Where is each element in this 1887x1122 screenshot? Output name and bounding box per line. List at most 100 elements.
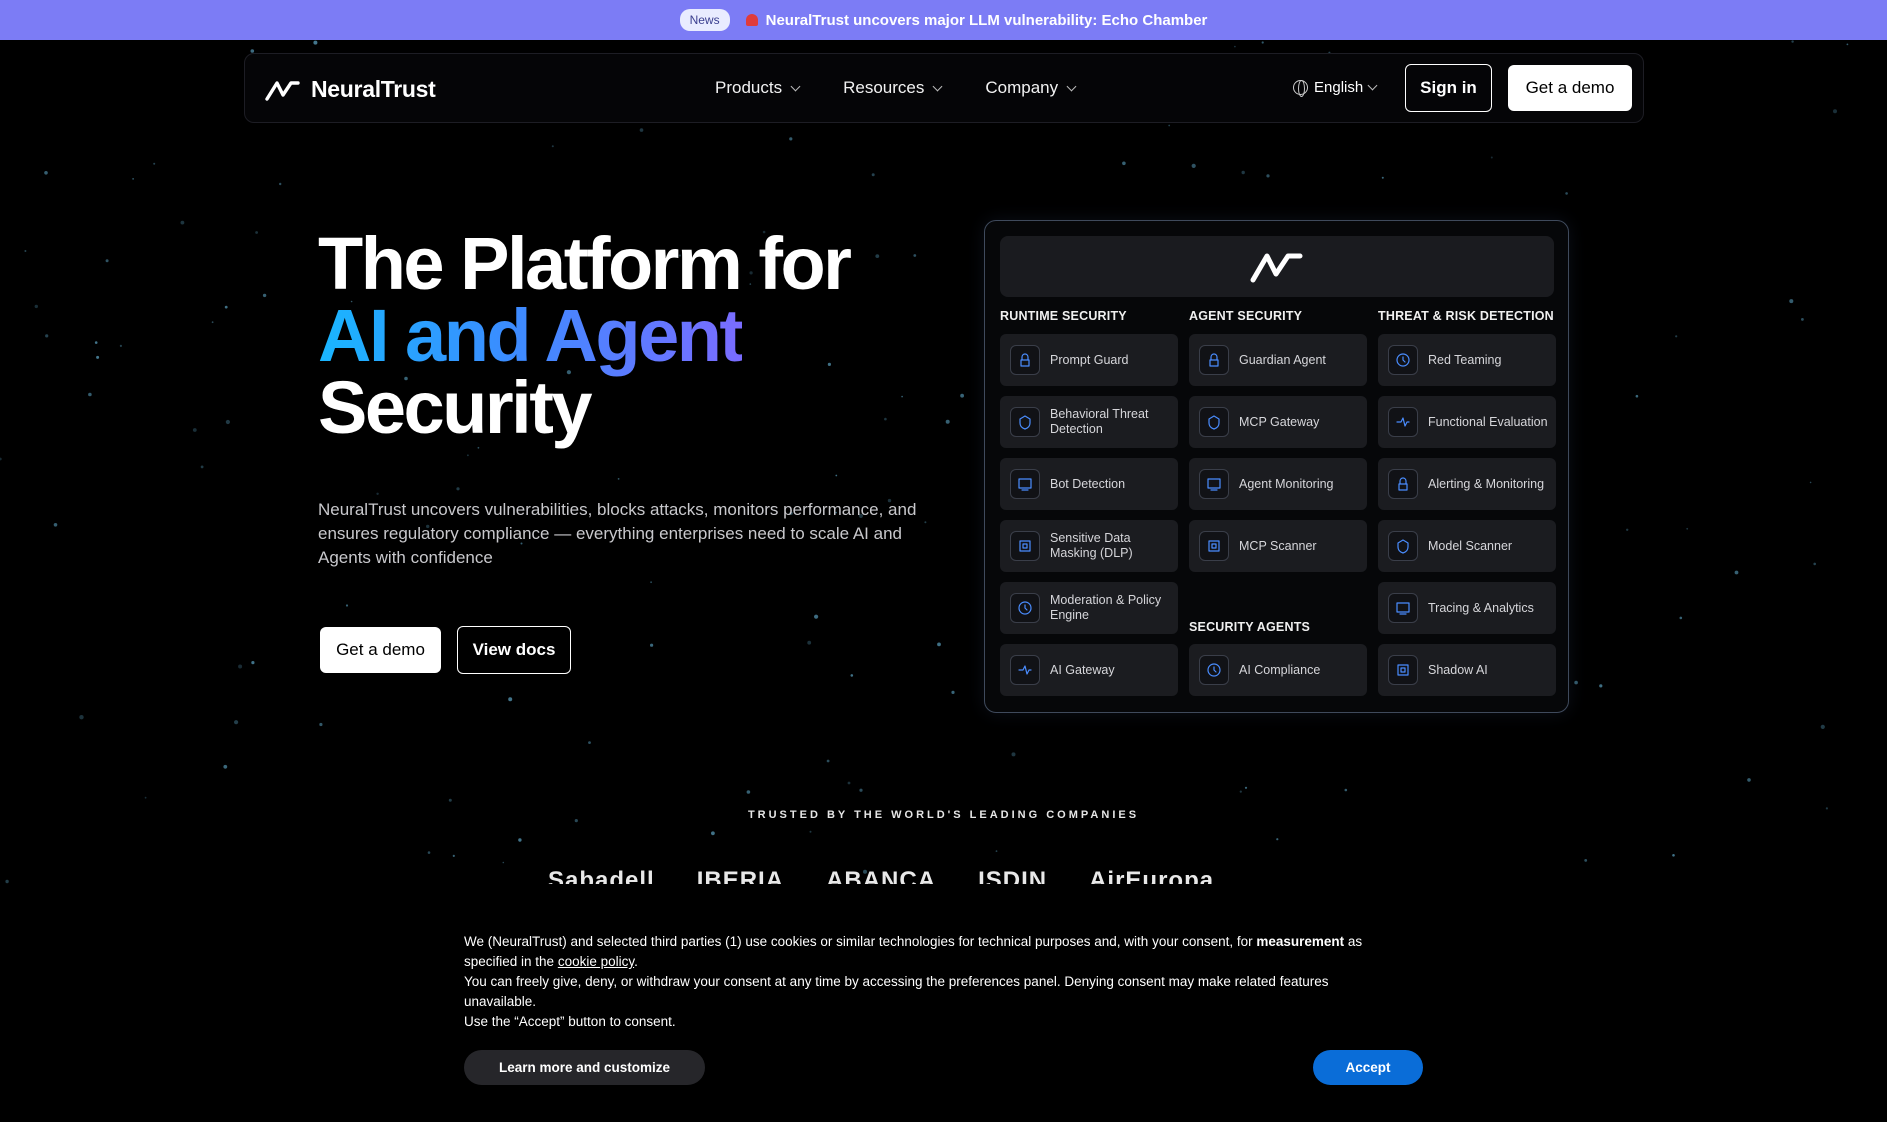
chevron-down-icon: [932, 81, 943, 91]
product-card-label: MCP Scanner: [1239, 538, 1317, 553]
cookie-text: We (NeuralTrust) and selected third part…: [464, 932, 1404, 1032]
sensitive-data-masking-dlp-icon: [1010, 531, 1040, 561]
prompt-guard-icon: [1010, 345, 1040, 375]
nav-get-demo-button[interactable]: Get a demo: [1508, 65, 1632, 111]
product-card-mcp-gateway[interactable]: MCP Gateway: [1189, 396, 1367, 448]
agent-monitoring-icon: [1199, 469, 1229, 499]
neuraltrust-logo-icon: [1250, 253, 1303, 282]
ai-compliance-icon: [1199, 655, 1229, 685]
panel-header: [1000, 236, 1554, 297]
news-badge: News: [679, 9, 730, 31]
cookie-banner: We (NeuralTrust) and selected third part…: [0, 884, 1887, 1122]
hero-get-demo-button[interactable]: Get a demo: [320, 627, 441, 673]
cookie-line-1-end: .: [634, 954, 638, 969]
product-card-label: Tracing & Analytics: [1428, 600, 1534, 615]
accept-cookies-button[interactable]: Accept: [1313, 1050, 1423, 1085]
product-card-label: Alerting & Monitoring: [1428, 476, 1545, 491]
runtime-security-title: RUNTIME SECURITY: [1000, 309, 1127, 323]
trusted-by-heading: TRUSTED BY THE WORLD'S LEADING COMPANIES: [747, 809, 1140, 821]
product-card-label: Functional Evaluation: [1428, 414, 1548, 429]
logo-sabadell: Sabadell: [548, 867, 655, 884]
agent-security-title: AGENT SECURITY: [1189, 309, 1303, 323]
product-card-guardian-agent[interactable]: Guardian Agent: [1189, 334, 1367, 386]
chevron-down-icon: [1066, 81, 1077, 91]
product-card-functional-evaluation[interactable]: Functional Evaluation: [1378, 396, 1556, 448]
logo-iberia: IBERIA: [696, 867, 785, 884]
product-card-agent-monitoring[interactable]: Agent Monitoring: [1189, 458, 1367, 510]
product-card-ai-gateway[interactable]: AI Gateway: [1000, 644, 1178, 696]
product-card-shadow-ai[interactable]: Shadow AI: [1378, 644, 1556, 696]
product-card-label: Bot Detection: [1050, 476, 1126, 491]
brand-logo[interactable]: NeuralTrust: [265, 76, 436, 103]
logo-isdin: ISDIN: [978, 867, 1048, 884]
globe-icon: [1293, 80, 1308, 97]
chevron-down-icon: [1367, 80, 1378, 91]
announcement-link[interactable]: NeuralTrust uncovers major LLM vulnerabi…: [745, 11, 1208, 29]
product-card-sensitive-data-masking-dlp[interactable]: Sensitive Data Masking (DLP): [1000, 520, 1178, 572]
logo-aireuropa: AirEuropa: [1089, 867, 1215, 884]
product-card-tracing-and-analytics[interactable]: Tracing & Analytics: [1378, 582, 1556, 634]
red-teaming-icon: [1388, 345, 1418, 375]
product-card-mcp-scanner[interactable]: MCP Scanner: [1189, 520, 1367, 572]
product-card-moderation-and-policy-engine[interactable]: Moderation & Policy Engine: [1000, 582, 1178, 634]
product-card-behavioral-threat-detection[interactable]: Behavioral Threat Detection: [1000, 396, 1178, 448]
product-card-label: AI Compliance: [1239, 662, 1321, 677]
mcp-scanner-icon: [1199, 531, 1229, 561]
nav-products-label: Products: [715, 78, 783, 97]
bot-detection-icon: [1010, 469, 1040, 499]
model-scanner-icon: [1388, 531, 1418, 561]
logo-abanca: ABANCA: [826, 867, 937, 884]
hero-title: The Platform for AI and Agent Security: [318, 227, 852, 445]
product-card-label: MCP Gateway: [1239, 414, 1320, 429]
hero-title-line1: The Platform for: [318, 222, 852, 305]
product-card-prompt-guard[interactable]: Prompt Guard: [1000, 334, 1178, 386]
cookie-measurement: measurement: [1256, 934, 1345, 949]
behavioral-threat-detection-icon: [1010, 407, 1040, 437]
product-card-label: Shadow AI: [1428, 662, 1488, 677]
product-card-ai-compliance[interactable]: AI Compliance: [1189, 644, 1367, 696]
product-card-label: Prompt Guard: [1050, 352, 1129, 367]
product-card-label: Sensitive Data Masking (DLP): [1050, 531, 1133, 560]
announcement-bar[interactable]: News NeuralTrust uncovers major LLM vuln…: [0, 0, 1887, 40]
cookie-line-1-start: We (NeuralTrust) and selected third part…: [464, 934, 1257, 949]
nav-resources[interactable]: Resources: [843, 78, 943, 98]
product-card-label: Red Teaming: [1428, 352, 1502, 367]
main-navbar: NeuralTrust Products Resources Company E…: [244, 53, 1644, 123]
hero-description: NeuralTrust uncovers vulnerabilities, bl…: [318, 500, 917, 567]
announcement-text: NeuralTrust uncovers major LLM vulnerabi…: [765, 11, 1208, 29]
learn-more-button[interactable]: Learn more and customize: [464, 1050, 705, 1085]
siren-icon: [745, 14, 758, 26]
customer-logos: Sabadell IBERIA ABANCA ISDIN AirEuropa: [548, 866, 1308, 884]
hero-title-highlight: AI and Agent: [318, 294, 744, 377]
cookie-policy-link[interactable]: cookie policy: [558, 954, 634, 969]
tracing-and-analytics-icon: [1388, 593, 1418, 623]
starfield-background: [0, 40, 1849, 900]
product-card-label: Moderation & Policy Engine: [1050, 593, 1162, 622]
security-agents-title: SECURITY AGENTS: [1189, 620, 1311, 634]
cookie-line-3: Use the “Accept” button to consent.: [464, 1014, 676, 1029]
sign-in-button[interactable]: Sign in: [1405, 64, 1492, 112]
language-label: English: [1314, 79, 1364, 96]
product-card-label: AI Gateway: [1050, 662, 1115, 677]
threat-risk-detection-title: THREAT & RISK DETECTION: [1378, 309, 1554, 323]
product-card-bot-detection[interactable]: Bot Detection: [1000, 458, 1178, 510]
nav-resources-label: Resources: [843, 78, 925, 97]
product-card-alerting-and-monitoring[interactable]: Alerting & Monitoring: [1378, 458, 1556, 510]
nav-company[interactable]: Company: [985, 78, 1077, 98]
view-docs-button[interactable]: View docs: [457, 626, 571, 674]
cookie-line-1: We (NeuralTrust) and selected third part…: [464, 932, 1404, 972]
hero-actions: Get a demo View docs: [320, 626, 571, 674]
language-selector[interactable]: English: [1293, 79, 1378, 97]
nav-products[interactable]: Products: [715, 78, 801, 98]
product-card-label: Agent Monitoring: [1239, 476, 1334, 491]
hero-title-line3: Security: [318, 366, 593, 449]
product-card-label: Behavioral Threat Detection: [1050, 407, 1149, 436]
product-card-label: Guardian Agent: [1239, 352, 1326, 367]
product-card-red-teaming[interactable]: Red Teaming: [1378, 334, 1556, 386]
shadow-ai-icon: [1388, 655, 1418, 685]
alerting-and-monitoring-icon: [1388, 469, 1418, 499]
nav-menu: Products Resources Company: [715, 78, 1077, 98]
product-card-model-scanner[interactable]: Model Scanner: [1378, 520, 1556, 572]
moderation-and-policy-engine-icon: [1010, 593, 1040, 623]
cookie-line-2: You can freely give, deny, or withdraw y…: [464, 974, 1329, 1009]
